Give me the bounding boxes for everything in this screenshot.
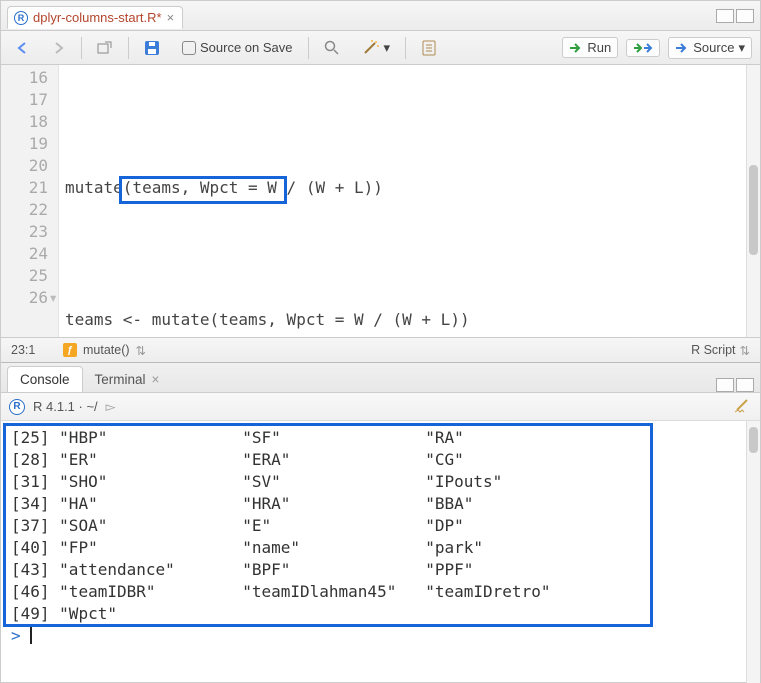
r-file-icon: R xyxy=(14,11,28,25)
source-statusbar: 23:1 ƒ mutate() ⇅ R Script ⇅ xyxy=(1,337,760,362)
tab-console-label: Console xyxy=(20,372,70,387)
arrow-right-icon xyxy=(52,41,66,55)
file-type-label: R Script xyxy=(691,343,735,357)
close-icon[interactable]: × xyxy=(167,10,175,25)
console-row: [34] "HA" "HRA" "BBA" xyxy=(11,493,750,515)
editor-scrollbar[interactable] xyxy=(746,65,760,337)
console-row: [31] "SHO" "SV" "IPouts" xyxy=(11,471,750,493)
popout-icon xyxy=(97,41,113,55)
scope-crumb[interactable]: ƒ mutate() ⇅ xyxy=(63,343,146,358)
console-subheader: R R 4.1.1 · ~/ ▻ xyxy=(1,393,760,421)
close-icon[interactable]: × xyxy=(152,372,160,387)
source-button[interactable]: Source ▾ xyxy=(668,37,752,59)
broom-icon xyxy=(734,397,752,413)
save-icon xyxy=(144,40,160,56)
maximize-pane-icon[interactable] xyxy=(736,9,754,23)
chevron-down-icon: ▾ xyxy=(738,40,745,56)
line-gutter: 16 17 18 19 20 21 22 23 24 25 26▾ xyxy=(1,65,59,337)
source-pane: R dplyr-columns-start.R* × Source on Sav… xyxy=(1,1,760,363)
source-arrow-icon xyxy=(675,42,689,54)
wand-icon xyxy=(362,40,380,56)
code-line[interactable]: mutate(teams, Wpct = W / (W + L)) xyxy=(65,177,760,199)
file-type-selector[interactable]: R Script ⇅ xyxy=(691,343,750,358)
maximize-pane-icon[interactable] xyxy=(736,378,754,392)
notebook-icon xyxy=(421,40,437,56)
console-row: [40] "FP" "name" "park" xyxy=(11,537,750,559)
chevron-right-icon[interactable]: ▻ xyxy=(106,399,116,415)
back-button[interactable] xyxy=(9,38,37,58)
cursor-position: 23:1 xyxy=(11,343,63,357)
arrow-left-icon xyxy=(16,41,30,55)
console-scrollbar[interactable] xyxy=(746,421,760,683)
show-in-new-window-button[interactable] xyxy=(90,38,120,58)
scrollbar-thumb[interactable] xyxy=(749,165,758,255)
run-label: Run xyxy=(587,40,611,55)
sort-icon: ⇅ xyxy=(740,343,750,358)
file-tab[interactable]: R dplyr-columns-start.R* × xyxy=(7,6,183,29)
source-toolbar: Source on Save ▾ Run Source ▾ xyxy=(1,31,760,65)
console-row: [46] "teamIDBR" "teamIDlahman45" "teamID… xyxy=(11,581,750,603)
minimize-pane-icon[interactable] xyxy=(716,378,734,392)
console-tabbar: Console Terminal × xyxy=(1,363,760,393)
source-label: Source xyxy=(693,40,734,55)
find-button[interactable] xyxy=(317,37,347,59)
console-row: [37] "SOA" "E" "DP" xyxy=(11,515,750,537)
console-prompt-line[interactable]: > xyxy=(11,625,750,647)
console-output[interactable]: [25] "HBP" "SF" "RA" [28] "ER" "ERA" "CG… xyxy=(1,421,760,683)
pane-window-controls[interactable] xyxy=(716,378,754,392)
clear-console-button[interactable] xyxy=(734,397,752,416)
scrollbar-thumb[interactable] xyxy=(749,427,758,453)
file-tab-label: dplyr-columns-start.R* xyxy=(33,10,162,25)
fold-chevron-icon[interactable]: ▾ xyxy=(48,287,58,309)
code-tools-button[interactable]: ▾ xyxy=(355,37,398,59)
console-row: [49] "Wpct" xyxy=(11,603,750,625)
chevron-down-icon: ▾ xyxy=(384,40,391,56)
source-tabbar: R dplyr-columns-start.R* × xyxy=(1,1,760,31)
compile-report-button[interactable] xyxy=(414,37,444,59)
console-row: [43] "attendance" "BPF" "PPF" xyxy=(11,559,750,581)
console-pane: Console Terminal × R R 4.1.1 · ~/ ▻ [25] … xyxy=(1,363,760,683)
code-editor[interactable]: 16 17 18 19 20 21 22 23 24 25 26▾ mutate… xyxy=(1,65,760,337)
pane-window-controls[interactable] xyxy=(716,9,754,23)
tab-terminal[interactable]: Terminal × xyxy=(82,366,173,392)
save-button[interactable] xyxy=(137,37,167,59)
tab-console[interactable]: Console xyxy=(7,366,83,392)
tab-terminal-label: Terminal xyxy=(95,372,146,387)
rerun-button[interactable] xyxy=(626,39,660,57)
run-arrow-icon xyxy=(569,42,583,54)
rerun-icon xyxy=(633,42,653,54)
search-icon xyxy=(324,40,340,56)
checkbox-icon xyxy=(182,41,196,55)
console-row: [28] "ER" "ERA" "CG" xyxy=(11,449,750,471)
code-line[interactable] xyxy=(65,111,760,133)
function-icon: ƒ xyxy=(63,343,77,357)
console-row: [25] "HBP" "SF" "RA" xyxy=(11,427,750,449)
forward-button[interactable] xyxy=(45,38,73,58)
run-button[interactable]: Run xyxy=(562,37,618,58)
r-version-label: R 4.1.1 · ~/ xyxy=(33,399,98,414)
code-line[interactable]: teams <- mutate(teams, Wpct = W / (W + L… xyxy=(65,309,760,331)
r-logo-icon: R xyxy=(9,399,25,415)
scope-crumb-label: mutate() xyxy=(83,343,130,357)
minimize-pane-icon[interactable] xyxy=(716,9,734,23)
sort-icon: ⇅ xyxy=(136,343,146,358)
source-on-save-label: Source on Save xyxy=(200,40,293,55)
code-area[interactable]: mutate(teams, Wpct = W / (W + L)) teams … xyxy=(59,65,760,337)
source-on-save-toggle[interactable]: Source on Save xyxy=(175,37,300,58)
code-line[interactable] xyxy=(65,243,760,265)
